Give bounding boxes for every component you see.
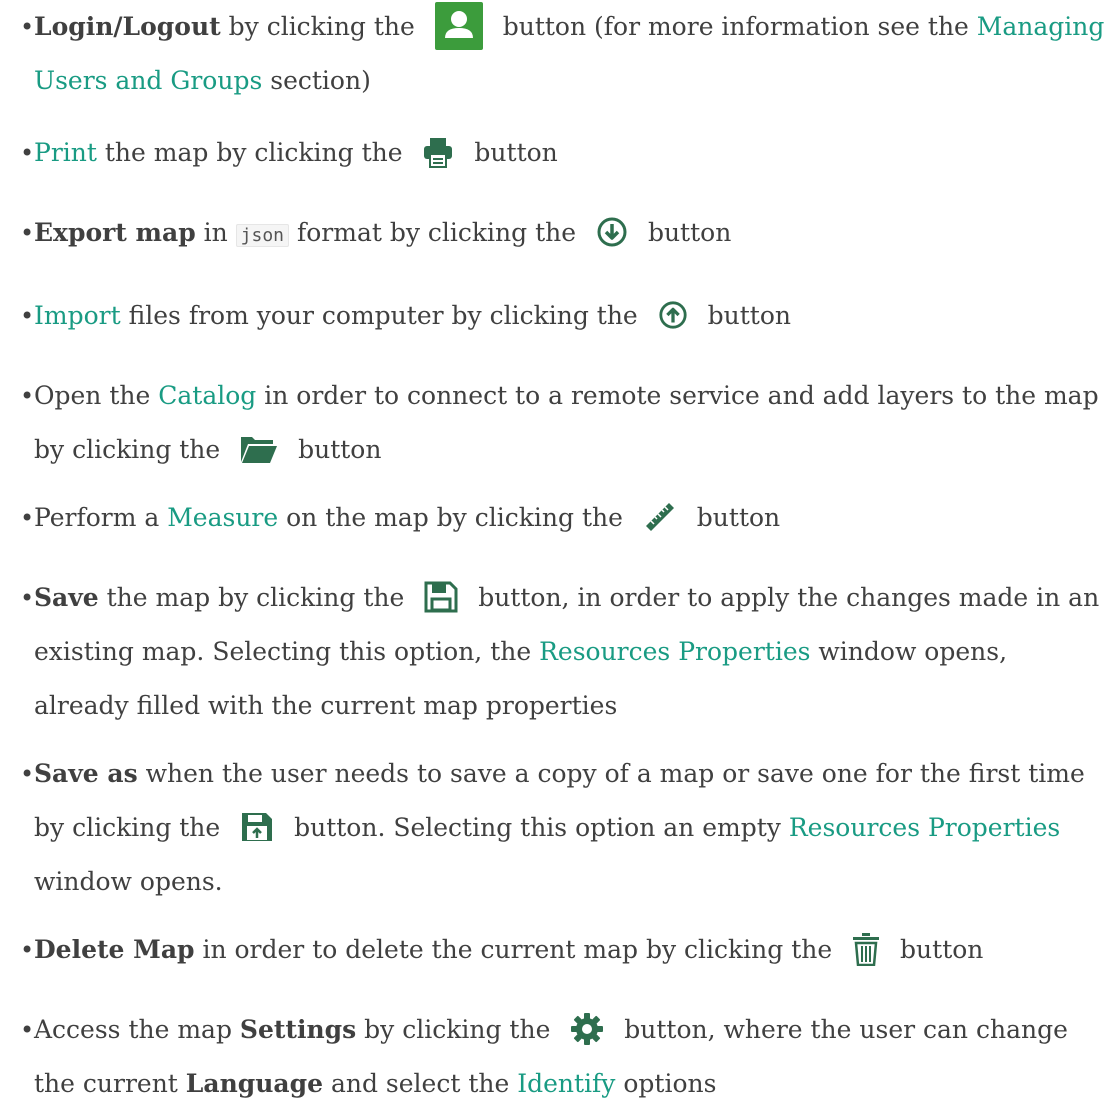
link-print[interactable]: Print — [34, 138, 97, 167]
bullet: • — [20, 302, 35, 330]
gear-icon — [570, 1012, 604, 1046]
list-item-settings: • Access the map Settings by clicking th… — [20, 1003, 1107, 1111]
bullet: • — [20, 584, 35, 612]
bullet: • — [20, 382, 35, 410]
text: button — [466, 138, 558, 167]
text: Open the — [34, 381, 159, 410]
bullet-list: • Login/Logout by clicking the button (f… — [0, 0, 1119, 1111]
text: on the map by clicking the — [278, 503, 631, 532]
link-resources-properties[interactable]: Resources Properties — [789, 813, 1060, 842]
text: window opens. — [34, 867, 223, 896]
term-save-as: Save as — [34, 759, 138, 788]
bullet: • — [20, 760, 35, 788]
text: section) — [262, 66, 371, 95]
text: button — [892, 935, 984, 964]
print-icon — [422, 136, 454, 168]
text: button — [688, 503, 781, 532]
ruler-icon — [643, 500, 677, 534]
text: and select the — [323, 1069, 518, 1098]
term-export-map: Export map — [34, 218, 196, 247]
code-json: json — [235, 224, 290, 247]
text: format by clicking the — [289, 218, 584, 247]
list-item-import: • Import files from your computer by cli… — [20, 289, 1107, 343]
trash-icon — [852, 932, 880, 966]
link-catalog[interactable]: Catalog — [158, 381, 256, 410]
text: in — [195, 218, 236, 247]
list-item-measure: • Perform a Measure on the map by clicki… — [20, 491, 1107, 545]
floppy-icon — [424, 581, 458, 613]
bullet: • — [20, 13, 35, 41]
bullet: • — [20, 936, 35, 964]
download-circle-icon — [596, 216, 628, 248]
list-item-delete: • Delete Map in order to delete the curr… — [20, 923, 1107, 977]
bullet: • — [20, 219, 35, 247]
text: button (for more information see the — [494, 12, 977, 41]
user-icon — [434, 1, 483, 50]
folder-open-icon — [240, 434, 278, 464]
text: options — [615, 1069, 717, 1098]
text: by clicking the — [220, 12, 423, 41]
link-measure[interactable]: Measure — [167, 503, 278, 532]
list-item-login: • Login/Logout by clicking the button (f… — [20, 0, 1107, 108]
text: in order to delete the current map by cl… — [194, 935, 841, 964]
term-settings: Settings — [239, 1015, 357, 1044]
list-item-save-as: • Save as when the user needs to save a … — [20, 747, 1107, 909]
text: the map by clicking the — [98, 583, 413, 612]
floppy-upload-icon — [240, 811, 274, 843]
bullet: • — [20, 139, 35, 167]
upload-circle-icon — [658, 300, 688, 330]
text: button — [640, 218, 732, 247]
term-delete-map: Delete Map — [34, 935, 195, 964]
list-item-print: • Print the map by clicking the button — [20, 126, 1107, 180]
bullet: • — [20, 504, 35, 532]
text: button — [290, 435, 382, 464]
text: Perform a — [34, 503, 168, 532]
term-login-logout: Login/Logout — [34, 12, 221, 41]
text: button — [699, 301, 791, 330]
text: files from your computer by clicking the — [120, 301, 646, 330]
link-import[interactable]: Import — [34, 301, 121, 330]
list-item-save: • Save the map by clicking the button, i… — [20, 571, 1107, 733]
link-identify[interactable]: Identify — [517, 1069, 615, 1098]
list-item-export: • Export map in json format by clicking … — [20, 206, 1107, 263]
term-language: Language — [185, 1069, 323, 1098]
term-save: Save — [34, 583, 99, 612]
text: button. Selecting this option an empty — [286, 813, 789, 842]
bullet: • — [20, 1016, 35, 1044]
list-item-catalog: • Open the Catalog in order to connect t… — [20, 369, 1107, 477]
text: by clicking the — [356, 1015, 559, 1044]
text: the map by clicking the — [96, 138, 411, 167]
text: Access the map — [34, 1015, 240, 1044]
link-resources-properties[interactable]: Resources Properties — [539, 637, 810, 666]
